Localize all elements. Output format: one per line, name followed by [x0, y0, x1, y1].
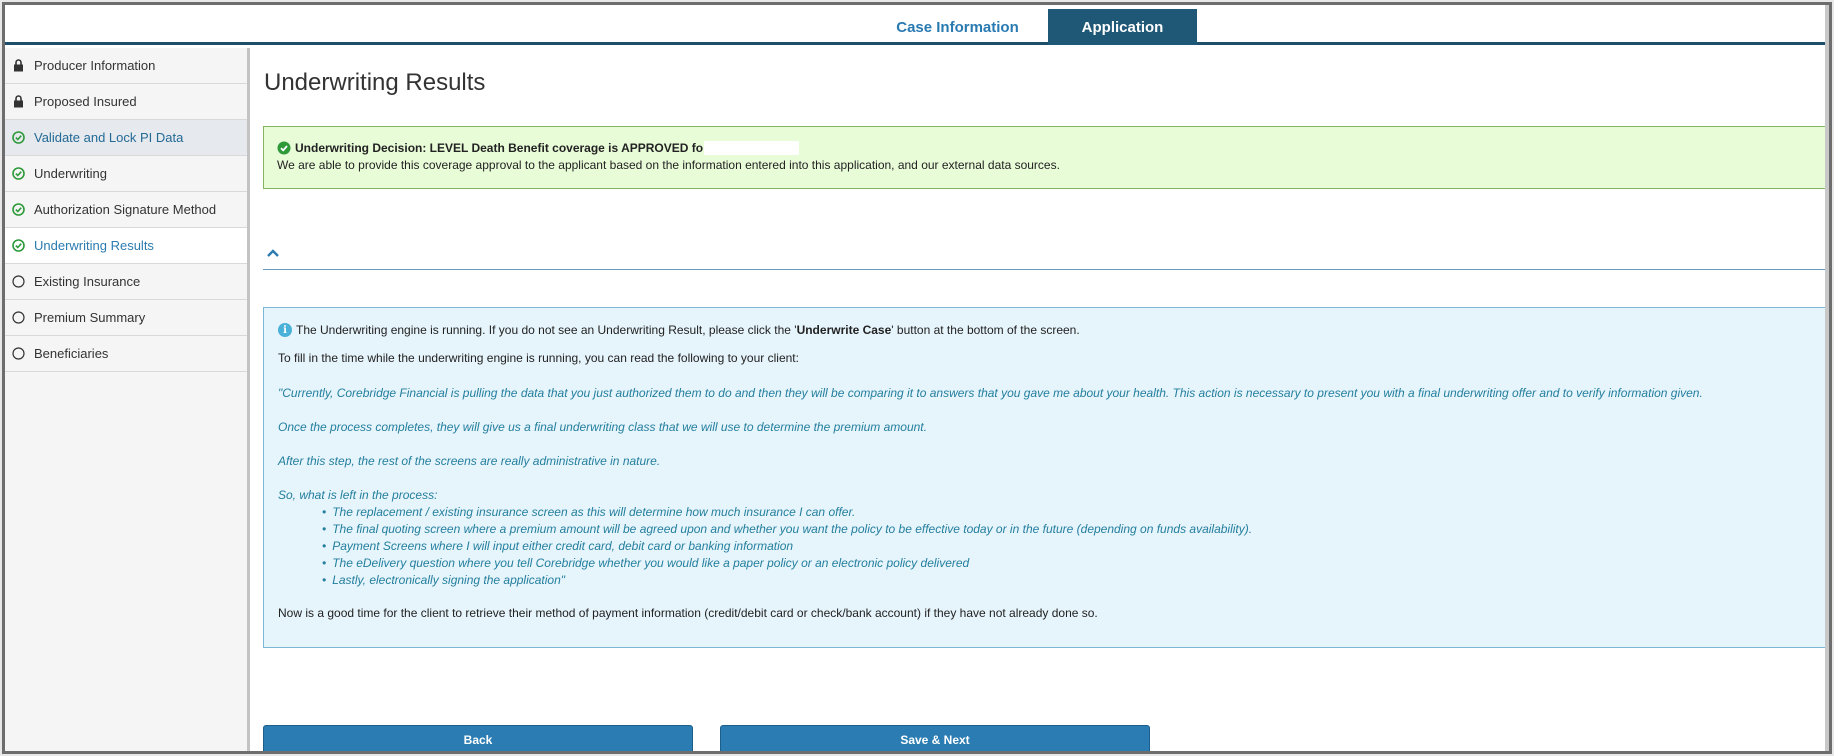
sidebar-item-label: Underwriting Results — [34, 238, 154, 253]
sidebar-item-label: Beneficiaries — [34, 346, 109, 361]
check-circle-filled-icon — [277, 141, 291, 155]
app-window: Case Information Application Producer In… — [2, 2, 1832, 754]
client-script-quote-1: "Currently, Corebridge Financial is pull… — [278, 386, 1703, 400]
tab-case-information[interactable]: Case Information — [865, 9, 1050, 45]
info-icon: i — [278, 323, 292, 337]
sidebar-item-producer-information[interactable]: Producer Information — [5, 48, 247, 84]
info-line1-bold: Underwrite Case — [796, 323, 892, 337]
sidebar-item-label: Proposed Insured — [34, 94, 137, 109]
page-title: Underwriting Results — [264, 69, 486, 96]
list-item: The replacement / existing insurance scr… — [322, 504, 1823, 521]
tab-application[interactable]: Application — [1048, 9, 1197, 45]
window-edge — [1825, 5, 1829, 751]
redacted-name — [704, 141, 800, 155]
info-line1-text: The Underwriting engine is running. If y… — [296, 323, 1080, 337]
list-item: Lastly, electronically signing the appli… — [322, 572, 1823, 589]
underwriting-decision-banner: Underwriting Decision: LEVEL Death Benef… — [263, 126, 1829, 189]
sidebar-item-label: Producer Information — [34, 58, 156, 73]
list-item: Payment Screens where I will input eithe… — [322, 538, 1823, 555]
empty-circle-icon — [11, 275, 25, 289]
check-circle-icon — [11, 167, 25, 181]
lock-icon — [11, 59, 25, 73]
lock-icon — [11, 95, 25, 109]
sidebar-item-label: Authorization Signature Method — [34, 202, 217, 217]
client-script-quote-3: After this step, the rest of the screens… — [278, 454, 661, 468]
check-circle-icon — [11, 239, 25, 253]
top-tab-bar: Case Information Application — [5, 5, 1829, 45]
sidebar-nav: Producer Information Proposed Insured Va… — [5, 48, 250, 751]
decision-detail: We are able to provide this coverage app… — [277, 158, 1060, 172]
sidebar-item-proposed-insured[interactable]: Proposed Insured — [5, 84, 247, 120]
check-circle-icon — [11, 131, 25, 145]
back-button[interactable]: Back — [263, 725, 693, 751]
sidebar-item-label: Underwriting — [34, 166, 107, 181]
info-line2: To fill in the time while the underwriti… — [278, 351, 799, 365]
collapsible-section-header — [263, 238, 1829, 270]
client-script-quote-4: So, what is left in the process: — [278, 488, 438, 502]
chevron-up-icon[interactable] — [266, 242, 280, 263]
check-circle-icon — [11, 203, 25, 217]
sidebar-item-validate-lock-pi-data[interactable]: Validate and Lock PI Data — [5, 120, 247, 156]
sidebar-item-underwriting-results[interactable]: Underwriting Results — [5, 228, 247, 264]
sidebar-item-label: Existing Insurance — [34, 274, 141, 289]
main-content: Underwriting Results Underwriting Decisi… — [263, 48, 1829, 751]
info-final-note: Now is a good time for the client to ret… — [278, 606, 1098, 620]
list-item: The eDelivery question where you tell Co… — [322, 555, 1823, 572]
info-line1-post: ' button at the bottom of the screen. — [891, 323, 1080, 337]
client-script-quote-2: Once the process completes, they will gi… — [278, 420, 927, 434]
info-line1-pre: The Underwriting engine is running. If y… — [296, 323, 797, 337]
decision-headline: Underwriting Decision: LEVEL Death Benef… — [295, 141, 704, 155]
empty-circle-icon — [11, 311, 25, 325]
sidebar-item-premium-summary[interactable]: Premium Summary — [5, 300, 247, 336]
remaining-steps-list: The replacement / existing insurance scr… — [322, 504, 1823, 589]
sidebar-item-label: Premium Summary — [34, 310, 146, 325]
sidebar-item-underwriting[interactable]: Underwriting — [5, 156, 247, 192]
save-next-button[interactable]: Save & Next — [720, 725, 1150, 751]
sidebar-item-existing-insurance[interactable]: Existing Insurance — [5, 264, 247, 300]
list-item: The final quoting screen where a premium… — [322, 521, 1823, 538]
empty-circle-icon — [11, 347, 25, 361]
sidebar-item-label: Validate and Lock PI Data — [34, 130, 184, 145]
underwriting-info-panel: i The Underwriting engine is running. If… — [263, 307, 1829, 648]
sidebar-item-authorization-signature-method[interactable]: Authorization Signature Method — [5, 192, 247, 228]
sidebar-item-beneficiaries[interactable]: Beneficiaries — [5, 336, 247, 372]
